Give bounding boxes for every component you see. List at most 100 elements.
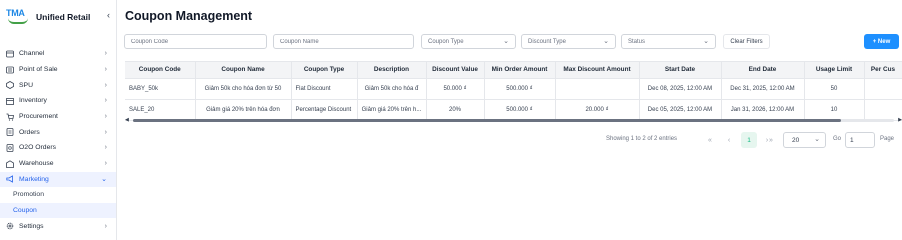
sidebar-item-label: Warehouse [19,160,54,168]
page-title: Coupon Management [125,9,253,23]
sidebar-item-label: Point of Sale [19,66,58,74]
page-size-select[interactable]: 20 ⌄ [783,132,826,148]
sidebar-item-label: Channel [19,50,45,58]
new-coupon-button[interactable]: + New [864,34,899,49]
page-number-button[interactable]: 1 [741,132,757,148]
table-cell: 50.000 ₫ [426,78,485,100]
table-cell: Giảm giá 20% trên hóa đơn [195,99,292,121]
chevron-down-icon: ⌄ [603,38,609,45]
sidebar-item-orders[interactable]: Orders › [0,124,116,140]
table-cell: 50 [804,78,865,100]
coupon-name-field[interactable] [273,34,414,49]
scrollbar-thumb[interactable] [133,119,841,122]
sidebar-subitem-coupon[interactable]: Coupon [0,202,116,219]
chevron-down-icon: ⌄ [101,176,107,184]
coupon-name-input[interactable] [280,38,413,45]
column-header[interactable]: Start Date [639,62,722,79]
coupon-code-field[interactable] [124,34,267,49]
table-cell: 20% [426,99,485,121]
column-header[interactable]: Coupon Name [195,62,292,79]
marketing-icon [6,175,14,184]
sidebar-nav: Channel › Point of Sale › SPU › Inventor… [0,46,116,234]
sidebar-subitem-promotion[interactable]: Promotion [0,187,116,203]
table-cell: Jan 31, 2026, 12:00 AM [721,99,805,121]
column-header[interactable]: Coupon Type [291,62,358,79]
pagination: Showing 1 to 2 of 2 entries « ‹ 1 › 20 ⌄… [597,132,897,148]
sidebar-item-o2o-orders[interactable]: O2O Orders › [0,140,116,156]
sidebar-item-procurement[interactable]: Procurement › [0,109,116,125]
chevron-down-icon: ⌄ [814,136,820,143]
first-page-icon[interactable]: « [703,133,717,147]
collapse-sidebar-icon[interactable]: ‹ [107,10,110,20]
table-cell: Percentage Discount [291,99,358,121]
pos-icon [6,66,14,74]
column-header[interactable]: Usage Limit [804,62,865,79]
chevron-right-icon: › [104,66,107,74]
sidebar-item-label: Procurement [19,113,58,121]
table-cell [555,78,640,100]
chevron-right-icon: › [104,222,107,230]
sidebar-item-settings[interactable]: Settings › [0,218,116,234]
chevron-right-icon: › [104,97,107,105]
sidebar: TMA Unified Retail ‹ Channel › Point of … [0,0,117,240]
channel-icon [6,50,14,58]
go-page-input[interactable]: 1 [845,132,875,148]
sidebar-item-label: Marketing [19,175,49,183]
status-select[interactable]: Status ⌄ [621,34,716,49]
table-row[interactable]: SALE_20 Giảm giá 20% trên hóa đơn Percen… [125,99,902,121]
table-cell: Dec 08, 2025, 12:00 AM [639,78,722,100]
sidebar-item-warehouse[interactable]: Warehouse › [0,156,116,172]
prev-page-icon[interactable]: ‹ [722,133,736,147]
table-cell [864,99,902,121]
column-header[interactable]: Per Cus [864,62,902,79]
chevron-right-icon: › [104,50,107,58]
sidebar-item-inventory[interactable]: Inventory › [0,93,116,109]
discount-type-select[interactable]: Discount Type ⌄ [521,34,616,49]
table-cell: 10 [804,99,865,121]
sidebar-item-point-of-sale[interactable]: Point of Sale › [0,62,116,78]
filter-bar: Coupon Type ⌄ Discount Type ⌄ Status ⌄ C… [124,34,902,50]
brand-logo: TMA [6,8,32,26]
column-header[interactable]: End Date [721,62,805,79]
page-label: Page [880,136,895,142]
column-header[interactable]: Min Order Amount [484,62,556,79]
clear-filters-button[interactable]: Clear Filters [723,34,770,49]
table-cell: Giảm 50k cho hóa đơn từ 50 [195,78,292,100]
sidebar-subitem-label: Coupon [13,206,37,214]
table-cell: Giảm giá 20% trên h... [357,99,427,121]
column-header[interactable]: Max Discount Amount [555,62,640,79]
orders-icon [6,128,14,137]
column-header[interactable]: Discount Value [426,62,485,79]
gear-icon [6,222,14,230]
brand: TMA Unified Retail [6,8,114,26]
coupon-code-input[interactable] [131,38,266,45]
sidebar-subitem-label: Promotion [13,191,44,199]
table-cell: 500.000 ₫ [484,99,556,121]
pagination-info: Showing 1 to 2 of 2 entries [606,136,678,142]
sidebar-item-label: Settings [19,222,44,230]
scroll-left-arrow-icon[interactable]: ◀ [125,117,129,123]
table-cell [864,78,902,100]
chevron-right-icon: › [104,160,107,168]
chevron-right-icon: › [104,128,107,136]
table-cell: Giảm 50k cho hóa đ [357,78,427,100]
sidebar-item-spu[interactable]: SPU › [0,77,116,93]
column-header[interactable]: Coupon Code [125,62,196,79]
scroll-right-arrow-icon[interactable]: ▶ [898,117,902,123]
sidebar-item-marketing[interactable]: Marketing ⌄ [0,171,116,188]
go-label: Go [833,136,842,142]
horizontal-scrollbar[interactable]: ◀ ▶ [125,117,902,123]
sidebar-item-label: Inventory [19,97,47,105]
o2o-icon [6,144,14,152]
sidebar-item-channel[interactable]: Channel › [0,46,116,62]
last-page-icon[interactable]: » [764,133,778,147]
coupon-table: Coupon Code Coupon Name Coupon Type Desc… [125,61,902,121]
chevron-right-icon: › [104,113,107,121]
table-row[interactable]: BABY_50k Giảm 50k cho hóa đơn từ 50 Flat… [125,78,902,100]
table-cell: 20.000 ₫ [555,99,640,121]
column-header[interactable]: Description [357,62,427,79]
scrollbar-track[interactable] [133,119,894,122]
spu-icon [6,81,14,90]
inventory-icon [6,97,14,105]
coupon-type-select[interactable]: Coupon Type ⌄ [421,34,516,49]
